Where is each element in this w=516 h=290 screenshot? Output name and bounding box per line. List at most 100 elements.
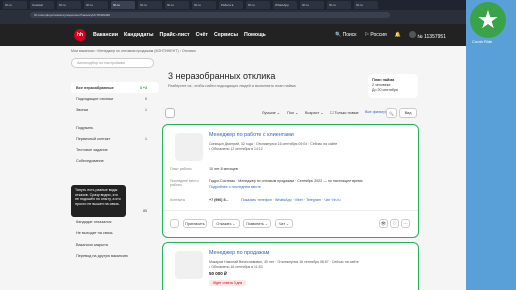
breadcrumb[interactable]: Мои вакансии › Менеджер по оптовым прода… (71, 49, 196, 53)
sidebar-item-count: 3 +3 (139, 85, 147, 90)
only-new-toggle[interactable]: ☐ Только новые (330, 110, 359, 115)
sidebar-item-count: 1 (145, 136, 147, 141)
sidebar-item-count: 1 (145, 108, 147, 113)
sidebar-item-label: Подходящие отклики (76, 96, 114, 101)
page-content: Мои вакансии › Менеджер по оптовым прода… (0, 46, 466, 290)
sidebar-item[interactable]: Кандидат отказался (71, 216, 159, 227)
sidebar-item[interactable]: Звонки 1 (71, 105, 159, 116)
experience-label: Опыт работы (170, 167, 192, 171)
select-checkbox[interactable] (170, 219, 179, 228)
browser-tab[interactable]: hh.ru (111, 1, 135, 9)
notifications-icon[interactable]: 🔔 (395, 32, 401, 38)
sidebar-item-label: Собеседование (76, 159, 104, 164)
nav-candidates[interactable]: Кандидаты (124, 32, 154, 38)
filter-toolbar: Лучшие ⌄ Пол ⌄ Возраст ⌄ ☐ Только новые … (165, 108, 420, 118)
tooltip: Тянуть есть разные виды отказов. Сразу в… (71, 185, 126, 217)
divider (163, 210, 418, 211)
call-button[interactable]: Позвонить ⌄ (243, 219, 271, 228)
browser-tab[interactable]: Работа в (219, 1, 243, 9)
region-selector[interactable]: ⚐ Россия (364, 32, 386, 38)
browser-tab[interactable]: hh.ru (192, 1, 216, 9)
sidebar-item-count: 85 (143, 208, 147, 213)
search-link[interactable]: 🔍 Поиск (335, 32, 356, 38)
browser-tab[interactable]: hh.ru (246, 1, 270, 9)
sidebar-item[interactable]: Собеседование (71, 156, 159, 167)
gender-dropdown[interactable]: Пол ⌄ (287, 110, 298, 115)
resume-updated: • Обновлено 16 сентября в 11:53 (209, 265, 263, 269)
hiring-plan-card[interactable]: План найма 2 человека До 20 сентября (368, 74, 418, 98)
browser-address-bar: hh.ru/employer/vacancyresponses?vacancyI… (0, 10, 516, 19)
sidebar-item-label: Не выходит на связь (76, 231, 113, 236)
view-button[interactable]: Вид (399, 108, 417, 118)
sidebar-item[interactable]: Не выходит на связь (71, 228, 159, 239)
sidebar: Автоподбор по настройкам Все неразобранн… (71, 58, 159, 262)
experience-value: 10 лет 8 месяцев (209, 167, 238, 171)
chat-button[interactable]: Чат ⌄ (275, 219, 293, 228)
sidebar-item[interactable]: Вакансия закрыта (71, 239, 159, 250)
sidebar-item-label: Все неразобранные (76, 85, 114, 90)
sidebar-item[interactable]: Перевод на другую вакансию (71, 250, 159, 261)
browser-tab[interactable]: hh.ru (165, 1, 189, 9)
header-right: 🔍 Поиск ⚐ Россия 🔔 № 11357951 (335, 24, 446, 46)
nav-vacancies[interactable]: Вакансии (93, 32, 118, 38)
browser-tab[interactable]: Соискат (30, 1, 54, 9)
sidebar-item-label: Первичный контакт (76, 136, 111, 141)
url-field[interactable]: hh.ru/employer/vacancyresponses?vacancyI… (30, 11, 390, 18)
hh-logo[interactable]: hh (74, 29, 86, 41)
resume-card[interactable]: Менеджер по работе с клиентами Синицын Д… (162, 124, 419, 238)
sidebar-item[interactable]: Подумать (71, 122, 159, 133)
star-icon (478, 10, 498, 29)
last-job-more-link[interactable]: Подробнее о последнем месте (209, 185, 261, 189)
browser-tab[interactable]: hh.ru (300, 1, 324, 9)
all-filters-link[interactable]: Все фильтры (365, 110, 388, 114)
eye-icon[interactable]: 👁 (379, 219, 388, 228)
heart-icon[interactable]: ♡ (390, 219, 399, 228)
browser-tab[interactable]: hh.ru (327, 1, 351, 9)
browser-tab[interactable]: hh.ru (138, 1, 162, 9)
resume-updated: • Обновлено 12 сентября в 14:12 (209, 147, 263, 151)
resume-title[interactable]: Менеджер по работе с клиентами (209, 132, 294, 138)
sort-dropdown[interactable]: Лучшие ⌄ (262, 110, 280, 115)
reject-button[interactable]: Отказать ⌄ (212, 219, 240, 228)
sidebar-item[interactable]: Тестовое задание (71, 144, 159, 155)
candidate-meta: Синицын Дмитрий, 32 года · Откликнулся 1… (209, 142, 338, 146)
invite-button[interactable]: Пригласить (183, 219, 207, 228)
sidebar-item-label: Вакансия закрыта (76, 242, 108, 247)
sidebar-item-count: 0 (145, 96, 147, 101)
nav-services[interactable]: Сервисы (214, 32, 238, 38)
user-menu[interactable]: № 11357951 (408, 30, 446, 40)
browser-tab[interactable]: hh.ru (3, 1, 27, 9)
browser-tab[interactable]: hh.ru (354, 1, 378, 9)
site-header: hh Вакансии Кандидаты Прайс-лист Счёт Се… (0, 24, 466, 46)
app-label: Curah Ride (472, 39, 493, 44)
nav-invoice[interactable]: Счёт (196, 32, 208, 38)
app-icon[interactable] (470, 2, 506, 38)
nav-help[interactable]: Помощь (244, 32, 266, 38)
browser-tab[interactable]: hh.ru (84, 1, 108, 9)
waiting-badge: Ждёт ответа 3 дня (209, 280, 247, 286)
contacts-links[interactable]: Показать телефон · WhatsApp · Viber · Te… (241, 198, 341, 202)
age-dropdown[interactable]: Возраст ⌄ (305, 110, 323, 115)
browser-tab[interactable]: WhatsApp (273, 1, 297, 9)
candidate-photo (175, 251, 203, 279)
autoselect-input[interactable]: Автоподбор по настройкам (71, 58, 154, 68)
main-nav: Вакансии Кандидаты Прайс-лист Счёт Серви… (93, 32, 266, 38)
search-icon[interactable]: 🔍 (386, 108, 397, 118)
sidebar-item[interactable]: Первичный контакт 1 (71, 133, 159, 144)
browser-tab[interactable]: hh.ru (57, 1, 81, 9)
last-job-label: Последнее место работы (170, 179, 199, 188)
sidebar-item[interactable]: Все неразобранные 3 +3 (71, 82, 159, 94)
resume-card[interactable]: Менеджер по продажам Макаров Николай Вяч… (162, 242, 419, 290)
sidebar-item[interactable]: Подходящие отклики 0 (71, 93, 159, 104)
phone-value[interactable]: +7 (996) 5... (209, 198, 228, 202)
sidebar-item-label: Подумать (76, 125, 94, 130)
resume-title[interactable]: Менеджер по продажам (209, 250, 269, 256)
candidate-photo (175, 133, 203, 161)
main-area: 3 неразобранных отклика Разберите их, чт… (162, 58, 420, 290)
last-job-value: Гидро-Системы · Менеджер по оптовым прод… (209, 179, 363, 183)
browser-tab-bar: hh.ru Соискат hh.ru hh.ru hh.ru hh.ru hh.ru hh.… (0, 0, 516, 10)
more-icon[interactable]: ⋯ (401, 219, 410, 228)
avatar (408, 30, 416, 38)
nav-pricelist[interactable]: Прайс-лист (160, 32, 190, 38)
select-all-checkbox[interactable] (165, 108, 175, 118)
